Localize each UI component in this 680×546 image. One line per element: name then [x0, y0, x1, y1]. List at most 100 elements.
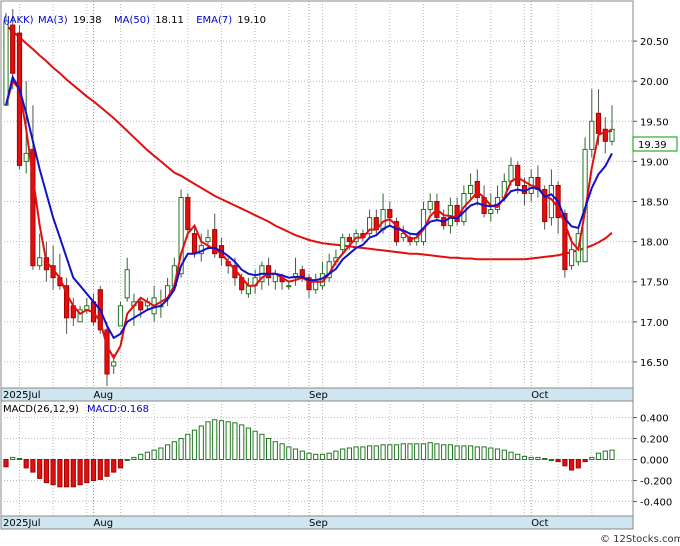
macd-bar-positive: [414, 443, 420, 460]
macd-bar-positive: [589, 456, 595, 460]
date-label: Aug: [94, 518, 114, 529]
macd-bar-positive: [178, 438, 184, 460]
macd-bar-negative: [50, 459, 56, 486]
candle-body: [286, 285, 292, 288]
legend-label: MA(3): [38, 15, 68, 26]
macd-bar-positive: [144, 451, 151, 461]
macd-bar-positive: [239, 424, 245, 460]
macd-bar-negative: [30, 459, 36, 473]
macd-bar-positive: [420, 443, 427, 460]
candle-body: [515, 164, 521, 186]
candle-body: [23, 152, 29, 162]
macd-bar-positive: [461, 445, 467, 460]
macd-value-label: MACD:0.168: [87, 404, 149, 415]
price-tick-label: 17.00: [640, 318, 669, 329]
macd-bar-positive: [407, 443, 413, 460]
ticker-label: (JAKK): [3, 15, 34, 26]
macd-bar-positive: [515, 453, 521, 460]
macd-bar-negative: [70, 459, 76, 488]
price-tick-label: 18.50: [640, 198, 669, 209]
macd-bar-negative: [23, 459, 29, 469]
macd-bar-negative: [582, 459, 588, 463]
macd-bar-positive: [535, 456, 541, 460]
macd-bar-positive: [225, 421, 231, 460]
macd-bar-positive: [434, 443, 440, 460]
macd-tick-label: 0.000: [640, 456, 669, 467]
macd-bar-positive: [373, 445, 379, 460]
date-label: Oct: [531, 390, 548, 401]
macd-bar-positive: [380, 444, 386, 460]
macd-bar-positive: [528, 456, 534, 460]
macd-bar-negative: [77, 459, 83, 486]
price-tick-label: 19.00: [640, 157, 669, 168]
macd-bar-positive: [299, 450, 305, 461]
macd-bar-positive: [508, 451, 514, 461]
macd-tick-label: 0.400: [640, 414, 669, 425]
macd-tick-label: 0.200: [640, 435, 669, 446]
macd-bar-positive: [218, 420, 225, 461]
macd-bar-positive: [454, 445, 460, 460]
macd-bar-positive: [171, 441, 177, 461]
macd-bar-positive: [609, 449, 615, 461]
macd-bar-positive: [158, 447, 164, 460]
macd-bar-positive: [340, 448, 346, 460]
macd-bar-positive: [319, 453, 326, 460]
macd-bar-negative: [117, 459, 124, 469]
macd-bar-negative: [562, 459, 568, 467]
stock-chart: 16.50 17.00 17.50 18.00 18.50 19.00 19.50 20.00…: [0, 0, 680, 545]
candle-body: [104, 329, 110, 375]
candle-body: [37, 257, 43, 267]
macd-bar-negative: [97, 459, 103, 480]
macd-bar-positive: [488, 447, 494, 460]
macd-bar-positive: [185, 433, 191, 460]
macd-bar-positive: [245, 427, 252, 461]
candle-body: [589, 120, 595, 150]
macd-bar-positive: [151, 449, 157, 461]
macd-bar-positive: [205, 421, 211, 460]
candle-body: [346, 237, 352, 243]
candle-body: [313, 281, 319, 291]
macd-bar-positive: [474, 446, 480, 460]
date-label: Oct: [531, 518, 548, 529]
macd-bar-positive: [447, 444, 453, 460]
candle-body: [124, 269, 130, 299]
macd-bar-positive: [198, 425, 204, 460]
price-y-axis: 16.50 17.00 17.50 18.00 18.50 19.00 19.50 20.00…: [633, 37, 669, 369]
macd-bar-positive: [353, 446, 359, 460]
legend-value: 19.38: [73, 15, 102, 26]
macd-bar-negative: [111, 459, 117, 473]
macd-bar-positive: [360, 446, 366, 460]
candle-body: [569, 249, 575, 267]
date-label: 2025Jul: [3, 518, 41, 529]
macd-bar-positive: [468, 445, 474, 460]
legend-value: 19.10: [237, 15, 266, 26]
last-price-label: 19.39: [638, 140, 667, 151]
date-label: Aug: [94, 390, 114, 401]
macd-bar-negative: [37, 459, 43, 479]
macd-bar-positive: [313, 453, 319, 460]
candle-body: [111, 361, 117, 367]
macd-bar-positive: [292, 448, 299, 460]
candle-body: [3, 20, 9, 106]
macd-bar-positive: [346, 447, 352, 460]
candle-body: [340, 237, 346, 251]
macd-bar-positive: [367, 445, 373, 460]
macd-tick-label: -0.200: [640, 476, 672, 487]
candle-body: [508, 164, 514, 182]
macd-bar-positive: [400, 443, 406, 460]
candle-body: [205, 237, 211, 243]
price-tick-label: 16.50: [640, 358, 669, 369]
price-tick-label: 18.00: [640, 238, 669, 249]
macd-bar-negative: [84, 459, 90, 484]
macd-bar-positive: [232, 422, 238, 460]
macd-bar-negative: [90, 459, 97, 481]
candle-body: [387, 209, 393, 218]
macd-bar-positive: [191, 429, 198, 461]
candle-body: [488, 209, 494, 214]
macd-bar-positive: [165, 444, 171, 460]
macd-tick-label: -0.400: [640, 497, 672, 508]
macd-bar-positive: [286, 446, 292, 460]
macd-bar-positive: [595, 452, 602, 461]
price-tick-label: 20.00: [640, 77, 669, 88]
macd-bar-positive: [441, 444, 447, 460]
